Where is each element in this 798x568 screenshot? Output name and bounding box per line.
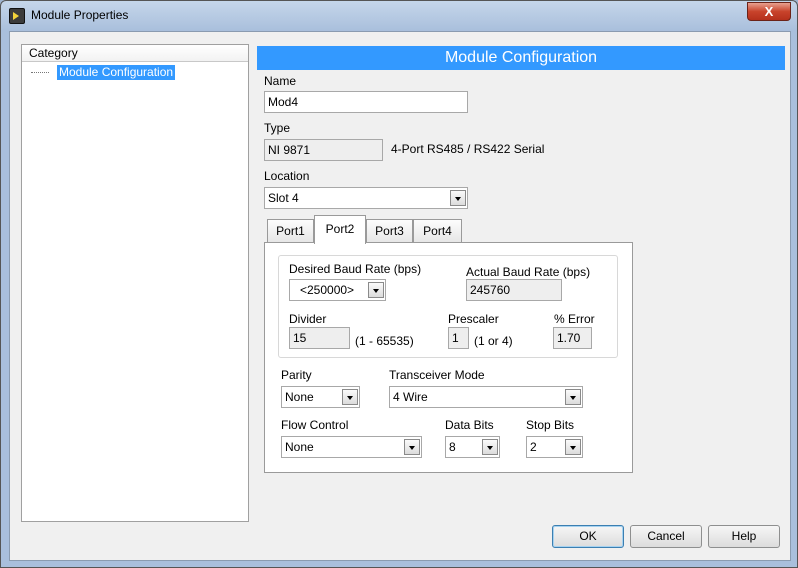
- chevron-down-icon[interactable]: [404, 439, 420, 455]
- data-bits-label: Data Bits: [445, 418, 494, 432]
- chevron-down-icon[interactable]: [342, 389, 358, 405]
- actual-baud-label: Actual Baud Rate (bps): [466, 265, 591, 279]
- location-select[interactable]: Slot 4: [264, 187, 468, 209]
- dialog-client-area: Category Module Configuration Module Con…: [9, 31, 791, 561]
- divider-field: 15: [289, 327, 350, 349]
- tab-port1[interactable]: Port1: [267, 219, 314, 243]
- divider-label: Divider: [289, 312, 327, 326]
- prescaler-range: (1 or 4): [474, 334, 513, 348]
- type-field: NI 9871: [264, 139, 383, 161]
- stop-bits-select[interactable]: 2: [526, 436, 583, 458]
- cancel-button[interactable]: Cancel: [630, 525, 702, 548]
- transceiver-value: 4 Wire: [393, 390, 428, 404]
- type-label: Type: [264, 121, 291, 135]
- parity-label: Parity: [281, 368, 312, 382]
- chevron-down-icon[interactable]: [368, 282, 384, 298]
- percent-error-field: 1.70: [553, 327, 592, 349]
- name-field[interactable]: Mod4: [264, 91, 468, 113]
- location-label: Location: [264, 169, 310, 183]
- app-icon: [9, 8, 25, 24]
- desired-baud-label: Desired Baud Rate (bps): [289, 262, 422, 276]
- title-bar[interactable]: Module Properties X: [1, 1, 797, 31]
- name-label: Name: [264, 74, 297, 88]
- chevron-down-icon[interactable]: [565, 439, 581, 455]
- desired-baud-value: <250000>: [300, 283, 355, 297]
- data-bits-value: 8: [449, 440, 456, 454]
- window-title: Module Properties: [31, 8, 129, 22]
- actual-baud-field: 245760: [466, 279, 562, 301]
- parity-value: None: [285, 390, 314, 404]
- stop-bits-label: Stop Bits: [526, 418, 575, 432]
- baud-rate-group: Desired Baud Rate (bps) <250000> Actual …: [278, 255, 618, 358]
- tree-connector: [31, 71, 49, 73]
- category-tree: Category Module Configuration: [21, 44, 249, 522]
- desired-baud-select[interactable]: <250000>: [289, 279, 386, 301]
- chevron-down-icon[interactable]: [565, 389, 581, 405]
- divider-range: (1 - 65535): [355, 334, 414, 348]
- tab-port2[interactable]: Port2: [314, 215, 366, 244]
- data-bits-select[interactable]: 8: [445, 436, 500, 458]
- percent-error-label: % Error: [554, 312, 595, 326]
- close-button[interactable]: X: [747, 2, 791, 21]
- tab-port4[interactable]: Port4: [413, 219, 462, 243]
- tree-item-module-configuration[interactable]: Module Configuration: [31, 64, 176, 80]
- type-description: 4-Port RS485 / RS422 Serial: [391, 142, 545, 156]
- module-properties-window: Module Properties X Category Module Conf…: [0, 0, 798, 568]
- prescaler-field: 1: [448, 327, 469, 349]
- help-button[interactable]: Help: [708, 525, 780, 548]
- stop-bits-value: 2: [530, 440, 537, 454]
- chevron-down-icon[interactable]: [450, 190, 466, 206]
- location-value: Slot 4: [268, 191, 299, 205]
- ok-button[interactable]: OK: [552, 525, 624, 548]
- parity-select[interactable]: None: [281, 386, 360, 408]
- category-header: Category: [22, 45, 248, 62]
- chevron-down-icon[interactable]: [482, 439, 498, 455]
- prescaler-label: Prescaler: [448, 312, 499, 326]
- flow-control-select[interactable]: None: [281, 436, 422, 458]
- transceiver-label: Transceiver Mode: [389, 368, 485, 382]
- port2-panel: Desired Baud Rate (bps) <250000> Actual …: [264, 242, 633, 473]
- tab-port3[interactable]: Port3: [366, 219, 413, 243]
- section-title: Module Configuration: [257, 46, 785, 70]
- tree-item-label: Module Configuration: [57, 64, 176, 80]
- flow-control-label: Flow Control: [281, 418, 349, 432]
- transceiver-select[interactable]: 4 Wire: [389, 386, 583, 408]
- flow-control-value: None: [285, 440, 314, 454]
